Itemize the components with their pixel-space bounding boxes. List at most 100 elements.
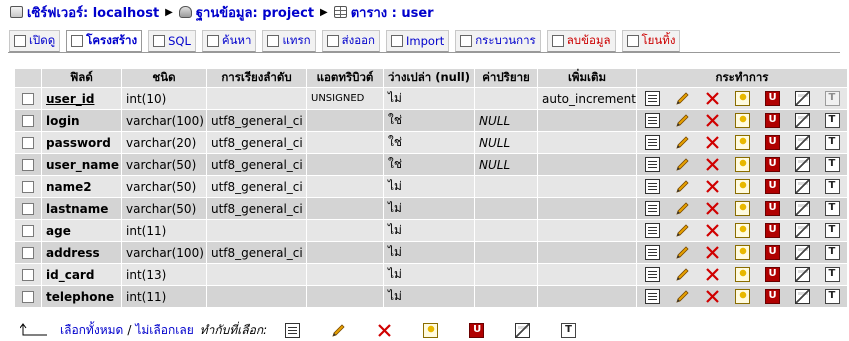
edit-pencil-icon[interactable] bbox=[675, 289, 690, 304]
row-checkbox[interactable] bbox=[22, 291, 34, 303]
breadcrumb-database[interactable]: ฐานข้อมูล: project bbox=[196, 2, 314, 23]
fulltext-icon[interactable] bbox=[824, 157, 840, 172]
drop-x-icon[interactable] bbox=[705, 157, 720, 172]
tab-7[interactable]: กระบวนการ bbox=[455, 30, 541, 52]
index-icon[interactable] bbox=[794, 267, 810, 282]
fulltext-icon[interactable] bbox=[824, 289, 840, 304]
row-checkbox[interactable] bbox=[22, 181, 34, 193]
row-checkbox[interactable] bbox=[22, 225, 34, 237]
unique-icon[interactable] bbox=[764, 135, 780, 150]
tab-5[interactable]: ส่งออก bbox=[321, 30, 381, 52]
fulltext-icon[interactable] bbox=[824, 113, 840, 128]
uncheck-all-link[interactable]: ไม่เลือกเลย bbox=[135, 321, 193, 340]
row-checkbox[interactable] bbox=[22, 203, 34, 215]
drop-x-icon[interactable] bbox=[705, 135, 720, 150]
fulltext-icon[interactable] bbox=[561, 322, 577, 338]
tab-6[interactable]: Import bbox=[386, 30, 450, 52]
unique-icon[interactable] bbox=[764, 289, 780, 304]
drop-x-icon[interactable] bbox=[705, 289, 720, 304]
breadcrumb-table[interactable]: ตาราง : user bbox=[351, 2, 434, 23]
drop-x-icon[interactable] bbox=[705, 223, 720, 238]
edit-pencil-icon[interactable] bbox=[675, 113, 690, 128]
unique-icon[interactable] bbox=[764, 91, 780, 106]
unique-icon[interactable] bbox=[764, 245, 780, 260]
browse-icon[interactable] bbox=[644, 179, 660, 194]
index-icon[interactable] bbox=[794, 223, 810, 238]
tab-1[interactable]: โครงสร้าง bbox=[66, 30, 143, 52]
drop-x-icon[interactable] bbox=[705, 267, 720, 282]
drop-x-icon[interactable] bbox=[377, 323, 392, 338]
browse-icon[interactable] bbox=[644, 113, 660, 128]
check-all-link[interactable]: เลือกทั้งหมด bbox=[60, 321, 123, 340]
primary-key-icon[interactable] bbox=[734, 223, 750, 238]
index-icon[interactable] bbox=[794, 245, 810, 260]
browse-icon[interactable] bbox=[644, 289, 660, 304]
unique-icon[interactable] bbox=[764, 113, 780, 128]
unique-icon[interactable] bbox=[764, 201, 780, 216]
edit-pencil-icon[interactable] bbox=[675, 91, 690, 106]
browse-icon[interactable] bbox=[644, 245, 660, 260]
fulltext-icon[interactable] bbox=[824, 267, 840, 282]
index-icon[interactable] bbox=[794, 113, 810, 128]
tab-0[interactable]: เปิดดู bbox=[9, 30, 61, 52]
index-icon[interactable] bbox=[794, 91, 810, 106]
browse-icon[interactable] bbox=[644, 135, 660, 150]
browse-icon[interactable] bbox=[644, 157, 660, 172]
index-icon[interactable] bbox=[794, 289, 810, 304]
breadcrumb-server[interactable]: เซิร์ฟเวอร์: localhost bbox=[27, 2, 159, 23]
drop-x-icon[interactable] bbox=[705, 113, 720, 128]
edit-pencil-icon[interactable] bbox=[675, 201, 690, 216]
drop-x-icon[interactable] bbox=[705, 91, 720, 106]
edit-pencil-icon[interactable] bbox=[331, 323, 346, 338]
primary-key-icon[interactable] bbox=[734, 113, 750, 128]
fulltext-icon[interactable] bbox=[824, 179, 840, 194]
row-checkbox[interactable] bbox=[22, 159, 34, 171]
fulltext-icon[interactable] bbox=[824, 201, 840, 216]
index-icon[interactable] bbox=[794, 157, 810, 172]
drop-x-icon[interactable] bbox=[705, 245, 720, 260]
primary-key-icon[interactable] bbox=[734, 267, 750, 282]
edit-pencil-icon[interactable] bbox=[675, 179, 690, 194]
primary-key-icon[interactable] bbox=[734, 135, 750, 150]
primary-key-icon[interactable] bbox=[734, 157, 750, 172]
primary-key-icon[interactable] bbox=[423, 322, 439, 338]
index-icon[interactable] bbox=[794, 201, 810, 216]
primary-key-icon[interactable] bbox=[734, 91, 750, 106]
tab-3[interactable]: ค้นหา bbox=[201, 30, 257, 52]
fulltext-icon[interactable] bbox=[824, 135, 840, 150]
browse-icon[interactable] bbox=[285, 322, 301, 338]
row-checkbox[interactable] bbox=[22, 115, 34, 127]
tab-9[interactable]: โยนทิ้ง bbox=[621, 30, 681, 52]
primary-key-icon[interactable] bbox=[734, 245, 750, 260]
primary-key-icon[interactable] bbox=[734, 201, 750, 216]
row-checkbox[interactable] bbox=[22, 93, 34, 105]
unique-icon[interactable] bbox=[764, 179, 780, 194]
unique-icon[interactable] bbox=[764, 157, 780, 172]
browse-icon[interactable] bbox=[644, 223, 660, 238]
fulltext-icon[interactable] bbox=[824, 91, 840, 106]
drop-x-icon[interactable] bbox=[705, 201, 720, 216]
edit-pencil-icon[interactable] bbox=[675, 135, 690, 150]
edit-pencil-icon[interactable] bbox=[675, 245, 690, 260]
unique-icon[interactable] bbox=[469, 322, 485, 338]
unique-icon[interactable] bbox=[764, 223, 780, 238]
edit-pencil-icon[interactable] bbox=[675, 157, 690, 172]
browse-icon[interactable] bbox=[644, 91, 660, 106]
index-icon[interactable] bbox=[794, 135, 810, 150]
field-name-cell[interactable]: user_id bbox=[42, 88, 121, 109]
browse-icon[interactable] bbox=[644, 267, 660, 282]
index-icon[interactable] bbox=[794, 179, 810, 194]
edit-pencil-icon[interactable] bbox=[675, 267, 690, 282]
header-field[interactable]: ฟิลด์ bbox=[42, 69, 121, 87]
browse-icon[interactable] bbox=[644, 201, 660, 216]
primary-key-icon[interactable] bbox=[734, 289, 750, 304]
row-checkbox[interactable] bbox=[22, 247, 34, 259]
edit-pencil-icon[interactable] bbox=[675, 223, 690, 238]
tab-2[interactable]: SQL bbox=[148, 30, 196, 52]
unique-icon[interactable] bbox=[764, 267, 780, 282]
tab-4[interactable]: แทรก bbox=[262, 30, 316, 52]
fulltext-icon[interactable] bbox=[824, 245, 840, 260]
fulltext-icon[interactable] bbox=[824, 223, 840, 238]
row-checkbox[interactable] bbox=[22, 137, 34, 149]
index-icon[interactable] bbox=[515, 322, 531, 338]
